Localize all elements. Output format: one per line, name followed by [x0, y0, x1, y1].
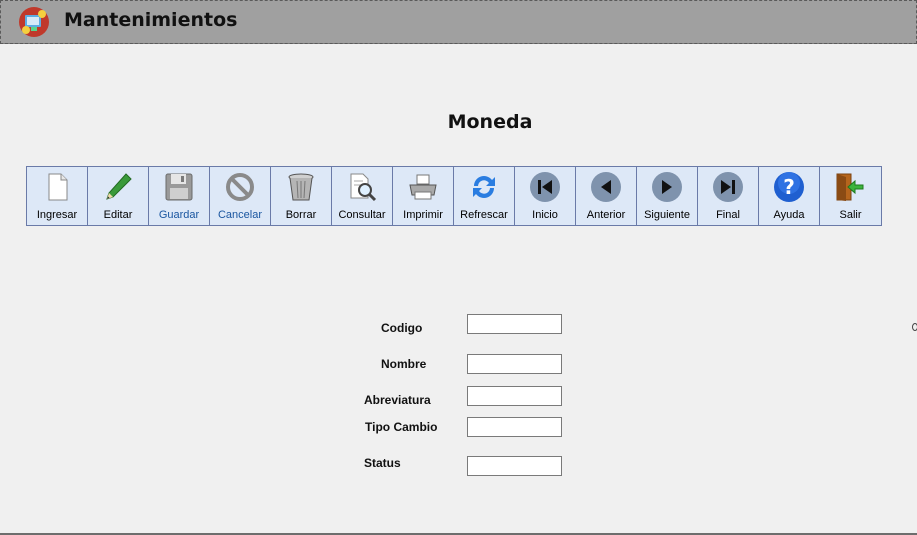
previous-record-icon: [591, 172, 621, 202]
window-title: Mantenimientos: [64, 9, 238, 31]
editar-button[interactable]: Editar: [88, 167, 149, 225]
imprimir-button[interactable]: Imprimir: [393, 167, 454, 225]
resize-handle: [912, 323, 917, 331]
guardar-button[interactable]: Guardar: [149, 167, 210, 225]
toolbar: Ingresar Editar Guardar Cancelar Borrar …: [26, 166, 882, 226]
salir-button[interactable]: Salir: [820, 167, 881, 225]
ayuda-label: Ayuda: [773, 209, 805, 221]
anterior-label: Anterior: [586, 209, 626, 221]
nombre-label: Nombre: [381, 357, 427, 371]
siguiente-button[interactable]: Siguiente: [637, 167, 698, 225]
refresh-icon: [473, 176, 495, 198]
borrar-button[interactable]: Borrar: [271, 167, 332, 225]
codigo-label: Codigo: [381, 321, 423, 335]
form-title: Moneda: [447, 111, 533, 133]
final-button[interactable]: Final: [698, 167, 759, 225]
svg-text:?: ?: [783, 175, 795, 199]
borrar-label: Borrar: [285, 209, 317, 221]
ingresar-label: Ingresar: [36, 209, 78, 221]
abreviatura-label: Abreviatura: [364, 393, 431, 407]
status-label: Status: [364, 456, 401, 470]
cancelar-label: Cancelar: [217, 209, 263, 221]
new-document-icon: [48, 173, 68, 201]
printer-icon: [409, 174, 437, 200]
search-document-icon: [350, 173, 377, 202]
trash-icon: [288, 173, 314, 201]
refrescar-button[interactable]: Refrescar: [454, 167, 515, 225]
consultar-button[interactable]: Consultar: [332, 167, 393, 225]
consultar-label: Consultar: [338, 209, 386, 221]
cancelar-button[interactable]: Cancelar: [210, 167, 271, 225]
tipo-cambio-field[interactable]: [467, 417, 562, 437]
final-label: Final: [716, 209, 740, 221]
anterior-button[interactable]: Anterior: [576, 167, 637, 225]
guardar-label: Guardar: [158, 209, 200, 221]
siguiente-label: Siguiente: [644, 209, 690, 221]
inicio-button[interactable]: Inicio: [515, 167, 576, 225]
codigo-field[interactable]: [467, 314, 562, 334]
help-icon: ?: [774, 172, 804, 202]
nombre-field[interactable]: [467, 354, 562, 374]
refrescar-label: Refrescar: [460, 209, 508, 221]
cancel-icon: [226, 173, 254, 201]
last-record-icon: [713, 172, 743, 202]
status-field[interactable]: [467, 456, 562, 476]
exit-icon: [836, 173, 864, 201]
inicio-label: Inicio: [532, 209, 558, 221]
imprimir-label: Imprimir: [403, 209, 443, 221]
editar-label: Editar: [103, 209, 133, 221]
salir-label: Salir: [839, 209, 862, 221]
title-bar: Mantenimientos: [0, 0, 917, 44]
next-record-icon: [652, 172, 682, 202]
maintenance-icon: [19, 7, 49, 37]
abreviatura-field[interactable]: [467, 386, 562, 406]
floppy-disk-icon: [165, 173, 193, 201]
first-record-icon: [530, 172, 560, 202]
tipo-cambio-label: Tipo Cambio: [365, 420, 438, 434]
pencil-icon: [106, 173, 132, 200]
ingresar-button[interactable]: Ingresar: [27, 167, 88, 225]
ayuda-button[interactable]: ? Ayuda: [759, 167, 820, 225]
